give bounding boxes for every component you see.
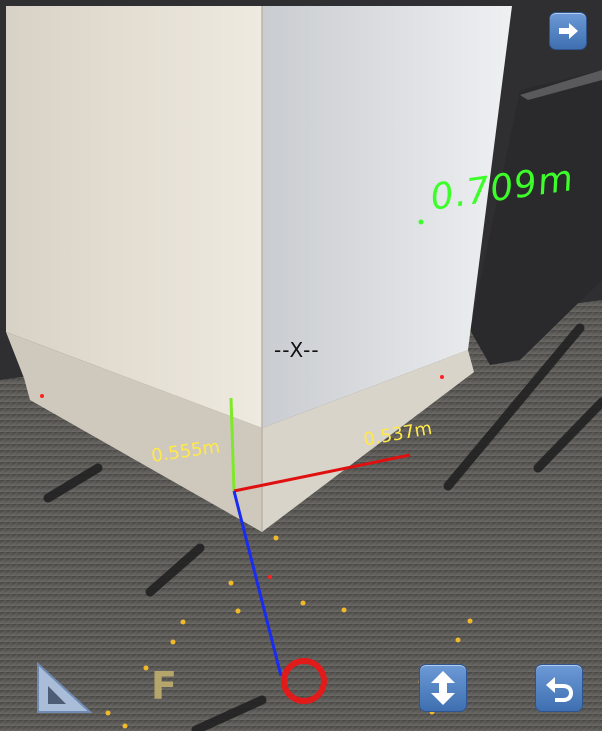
undo-button[interactable] xyxy=(535,664,583,712)
camera-view[interactable] xyxy=(0,0,602,731)
measure-mode-button[interactable] xyxy=(36,662,92,714)
height-adjust-button[interactable] xyxy=(419,664,467,712)
capture-button[interactable] xyxy=(278,655,330,707)
triangle-ruler-icon xyxy=(37,662,92,713)
next-button[interactable] xyxy=(549,12,587,50)
crosshair-reticle: --X-- xyxy=(274,338,320,362)
focus-label: F xyxy=(151,664,177,708)
ar-measure-screen[interactable]: --X-- 0.555m 0.537m 0.709m F xyxy=(0,0,602,731)
ring-icon xyxy=(281,658,327,704)
up-down-arrow-icon xyxy=(431,671,455,705)
focus-button[interactable]: F xyxy=(142,660,186,712)
main-measure-dot xyxy=(418,219,424,225)
arrow-right-icon xyxy=(559,23,578,39)
undo-icon xyxy=(546,677,573,702)
